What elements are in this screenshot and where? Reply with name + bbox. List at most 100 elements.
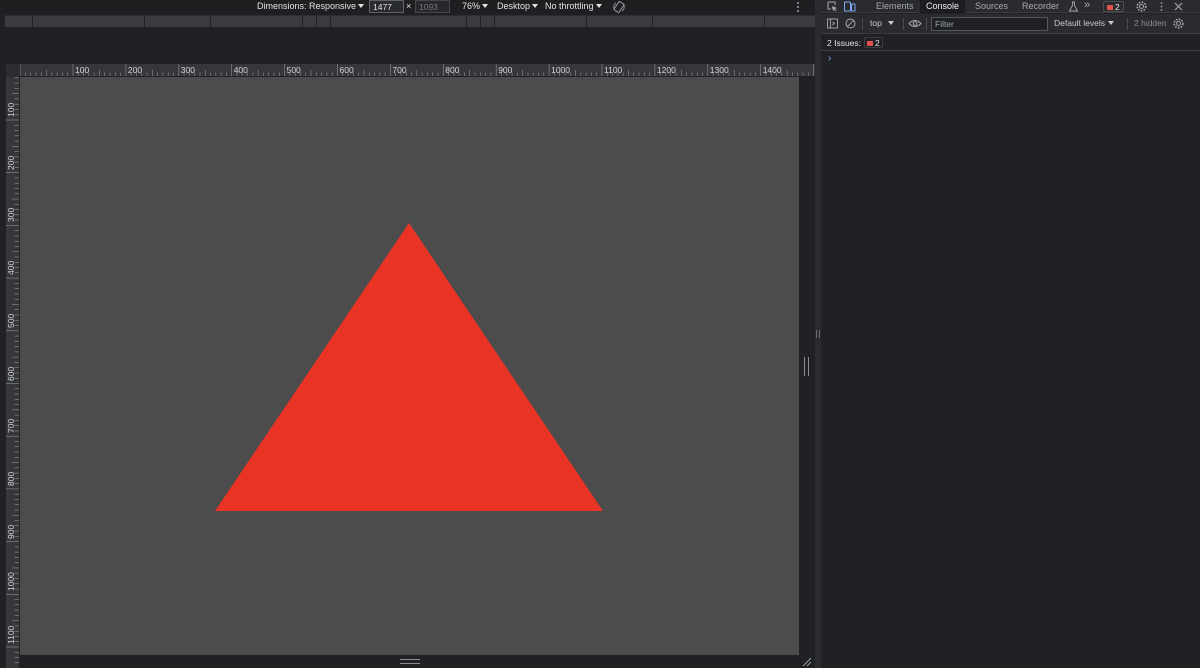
ruler-label: 1100 (6, 625, 16, 644)
ruler-label: 600 (339, 65, 354, 75)
rotate-icon[interactable] (612, 0, 626, 14)
issues-bar[interactable]: 2 Issues: 2 (821, 35, 1200, 51)
clear-console-icon[interactable] (844, 17, 857, 30)
tab-recorder[interactable]: Recorder (1016, 0, 1065, 13)
ruler-label: 500 (286, 65, 301, 75)
toolbar-divider (1127, 18, 1128, 30)
media-query-segment[interactable] (5, 16, 33, 27)
device-emulation-pane: Dimensions: Responsive × 76% Desktop No … (0, 0, 815, 668)
ruler-corner (6, 64, 20, 77)
dimension-separator: × (406, 1, 412, 11)
media-query-segment[interactable] (317, 16, 331, 27)
filter-input[interactable] (931, 17, 1048, 31)
media-query-segment[interactable] (765, 16, 815, 27)
media-query-bar[interactable] (5, 15, 815, 27)
dimensions-label: Dimensions: Responsive (257, 1, 357, 11)
close-icon[interactable] (1172, 0, 1185, 13)
ruler-label: 700 (6, 419, 16, 434)
resize-corner-icon[interactable] (801, 656, 812, 667)
tab-recorder-label: Recorder (1022, 1, 1060, 11)
more-tabs-button[interactable]: » (1078, 0, 1096, 13)
ruler-label: 1000 (6, 572, 16, 592)
ruler-label: 400 (6, 260, 16, 276)
ruler-label: 800 (6, 471, 16, 486)
issues-badge-count: 2 (1115, 2, 1120, 12)
ruler-label: 1400 (762, 65, 782, 75)
issues-label: 2 Issues: (827, 38, 862, 48)
issue-flag-icon (1107, 5, 1113, 10)
inspect-element-icon[interactable] (826, 0, 839, 13)
tab-console[interactable]: Console (920, 0, 966, 13)
media-query-segment[interactable] (467, 16, 481, 27)
context-selector[interactable]: top (870, 17, 894, 31)
customize-menu-icon[interactable] (1155, 0, 1168, 13)
throttling-dropdown[interactable]: No throttling (545, 0, 602, 14)
ruler-label: 300 (6, 208, 16, 223)
zoom-dropdown[interactable]: 76% (462, 0, 489, 14)
ruler-label: 600 (6, 366, 16, 381)
caret-down-icon (1108, 21, 1115, 25)
throttling-label: No throttling (545, 1, 594, 11)
ruler-label: 400 (233, 65, 248, 75)
dimensions-dropdown[interactable]: Dimensions: Responsive (257, 0, 365, 14)
zoom-label: 76% (462, 1, 481, 11)
sidebar-toggle-icon[interactable] (826, 17, 839, 30)
live-expression-eye-icon[interactable] (908, 17, 922, 30)
ruler-label: 100 (6, 102, 16, 117)
ruler-label: 200 (6, 155, 16, 170)
log-levels-dropdown[interactable]: Default levels (1054, 17, 1115, 31)
ruler-label: 1200 (656, 65, 676, 75)
ruler-label: 900 (498, 65, 513, 75)
horizontal-ruler: 100 200 300 400 500 600 700 800 900 1000 1100 1200 1… (20, 64, 815, 76)
settings-gear-icon[interactable] (1135, 0, 1148, 13)
toolbar-divider (926, 18, 927, 30)
ruler-label: 1100 (604, 65, 623, 75)
caret-down-icon (358, 4, 365, 8)
more-options-icon[interactable] (795, 1, 801, 13)
tab-sources[interactable]: Sources (969, 0, 1014, 13)
issues-count-button[interactable]: 2 (864, 37, 883, 48)
emulated-viewport[interactable] (20, 77, 799, 655)
toolbar-divider (862, 18, 863, 30)
ruler-label: 200 (127, 65, 143, 75)
media-query-segment[interactable] (211, 16, 303, 27)
device-toggle-icon[interactable] (843, 0, 856, 13)
device-type-dropdown[interactable]: Desktop (497, 0, 539, 14)
context-label: top (870, 18, 882, 28)
console-settings-gear-icon[interactable] (1172, 17, 1185, 30)
resize-handle-horizontal-icon[interactable] (400, 659, 420, 664)
devtools-panel: Elements Console Sources Recorder » 2 to… (821, 0, 1200, 668)
issues-badge[interactable]: 2 (1103, 1, 1124, 12)
caret-down-icon (595, 4, 602, 8)
ruler-label: 300 (180, 65, 195, 75)
ruler-label: 1300 (709, 65, 729, 75)
media-query-segment[interactable] (303, 16, 317, 27)
media-query-segment[interactable] (145, 16, 211, 27)
media-query-segment[interactable] (33, 16, 145, 27)
media-query-segment[interactable] (653, 16, 765, 27)
device-toolbar: Dimensions: Responsive × 76% Desktop No … (0, 0, 815, 14)
ruler-label: 900 (6, 524, 16, 539)
height-input[interactable] (415, 0, 450, 13)
devtools-tab-bar: Elements Console Sources Recorder » 2 (821, 0, 1200, 13)
media-query-segment[interactable] (481, 16, 495, 27)
toolbar-divider (903, 18, 904, 30)
console-prompt-chevron-icon[interactable]: › (828, 53, 831, 64)
triangle-shape (215, 223, 603, 511)
tab-elements[interactable]: Elements (870, 0, 920, 13)
media-query-segment[interactable] (495, 16, 587, 27)
media-query-segment[interactable] (331, 16, 467, 27)
splitter-grip-icon[interactable] (816, 330, 820, 338)
console-toolbar: top Default levels 2 hidden (821, 14, 1200, 34)
log-levels-label: Default levels (1054, 18, 1106, 28)
caret-down-icon (887, 21, 894, 25)
caret-down-icon (532, 4, 539, 8)
red-triangle (215, 223, 603, 511)
vertical-ruler: 100 200 300 400 500 600 700 800 900 1000 1100 (6, 77, 19, 668)
media-query-segment[interactable] (587, 16, 653, 27)
resize-handle-vertical-icon[interactable] (804, 357, 809, 376)
issues-count-value: 2 (875, 38, 880, 48)
width-input[interactable] (369, 0, 404, 13)
ruler-label: 500 (6, 313, 16, 328)
ruler-label: 100 (75, 65, 90, 75)
